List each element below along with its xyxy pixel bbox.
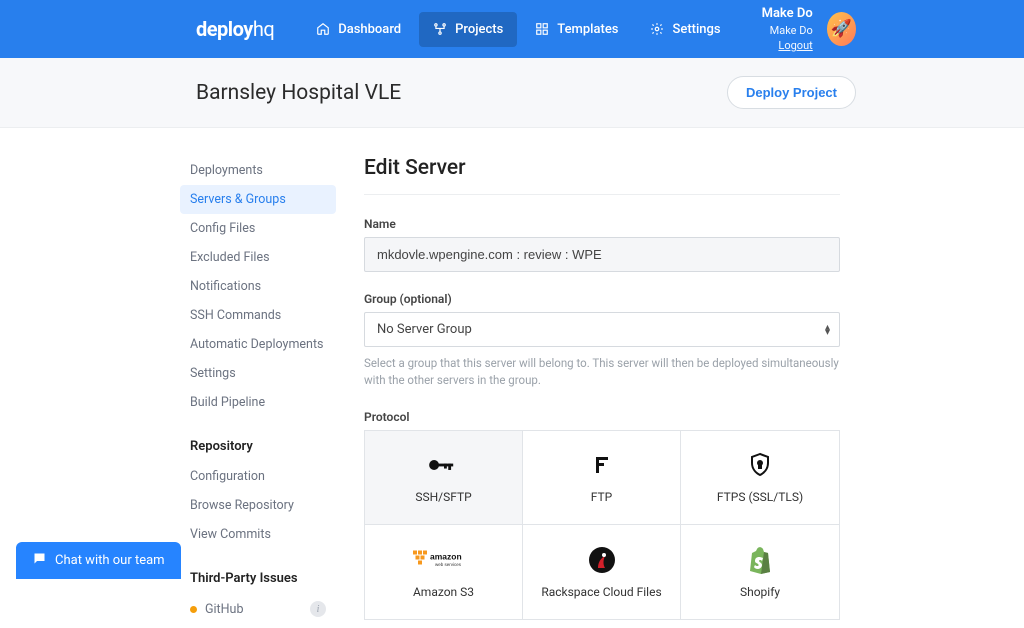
nav-dashboard[interactable]: Dashboard: [302, 12, 415, 47]
group-label: Group (optional): [364, 292, 840, 306]
templates-icon: [535, 22, 549, 36]
protocol-ftp-label: FTP: [591, 490, 612, 504]
projects-icon: [433, 22, 447, 36]
svg-text:web services: web services: [435, 562, 462, 567]
protocol-rackspace-label: Rackspace Cloud Files: [541, 585, 661, 599]
rocket-icon: 🚀: [831, 19, 852, 39]
page-title: Edit Server: [364, 156, 840, 195]
svg-text:amazon: amazon: [430, 551, 462, 561]
protocol-s3-label: Amazon S3: [413, 585, 474, 599]
deploy-project-button[interactable]: Deploy Project: [727, 76, 856, 109]
rackspace-icon: [588, 545, 616, 575]
sidebar-github-label: GitHub: [205, 602, 243, 617]
chat-widget[interactable]: Chat with our team: [16, 542, 181, 579]
nav-projects[interactable]: Projects: [419, 12, 517, 47]
sidebar-item-servers[interactable]: Servers & Groups: [180, 185, 336, 214]
protocol-grid: SSH/SFTP FTP FTPS (SSL/TLS) am: [364, 430, 840, 620]
protocol-ftps-label: FTPS (SSL/TLS): [717, 490, 803, 504]
chat-icon: [32, 551, 47, 570]
group-help-text: Select a group that this server will bel…: [364, 355, 840, 390]
nav-settings[interactable]: Settings: [636, 12, 734, 47]
sidebar: Deployments Servers & Groups Config File…: [180, 156, 336, 628]
nav-projects-label: Projects: [455, 22, 503, 37]
shopify-icon: [747, 545, 773, 575]
nav-templates-label: Templates: [557, 22, 618, 37]
sidebar-item-view-commits[interactable]: View Commits: [180, 520, 336, 549]
project-header: Barnsley Hospital VLE Deploy Project: [0, 58, 1024, 128]
protocol-shopify-label: Shopify: [740, 585, 780, 599]
logout-link[interactable]: Logout: [778, 39, 812, 52]
main-content: Edit Server Name Group (optional) No Ser…: [364, 156, 840, 628]
sidebar-item-build-pipeline[interactable]: Build Pipeline: [180, 388, 336, 417]
protocol-shopify[interactable]: Shopify: [681, 525, 839, 619]
nav-dashboard-label: Dashboard: [338, 22, 401, 37]
chat-label: Chat with our team: [55, 553, 165, 568]
info-icon[interactable]: i: [310, 601, 326, 617]
name-input[interactable]: [364, 237, 840, 272]
protocol-ftp[interactable]: FTP: [523, 431, 681, 525]
sidebar-item-config-files[interactable]: Config Files: [180, 214, 336, 243]
ftp-icon: [590, 450, 614, 480]
logo[interactable]: deployhq: [196, 17, 274, 41]
avatar[interactable]: 🚀: [827, 12, 856, 46]
protocol-s3[interactable]: amazonweb services Amazon S3: [365, 525, 523, 619]
sidebar-item-github[interactable]: GitHub i: [180, 594, 336, 624]
gear-icon: [650, 22, 664, 36]
user-account: Make Do: [770, 24, 813, 37]
group-select-value: No Server Group: [364, 312, 840, 347]
select-caret-icon: ▴▾: [825, 325, 830, 335]
sidebar-item-configuration[interactable]: Configuration: [180, 462, 336, 491]
protocol-ssh[interactable]: SSH/SFTP: [365, 431, 523, 525]
name-label: Name: [364, 217, 840, 231]
logo-text: deploy: [196, 17, 253, 41]
sidebar-item-settings[interactable]: Settings: [180, 359, 336, 388]
sidebar-item-notifications[interactable]: Notifications: [180, 272, 336, 301]
nav-settings-label: Settings: [672, 22, 720, 37]
nav-templates[interactable]: Templates: [521, 12, 632, 47]
shield-lock-icon: [748, 450, 772, 480]
home-icon: [316, 22, 330, 36]
protocol-label: Protocol: [364, 410, 840, 424]
protocol-ftps[interactable]: FTPS (SSL/TLS): [681, 431, 839, 525]
sidebar-item-ssh-commands[interactable]: SSH Commands: [180, 301, 336, 330]
project-title: Barnsley Hospital VLE: [196, 81, 401, 105]
sidebar-item-browse-repo[interactable]: Browse Repository: [180, 491, 336, 520]
logo-suffix: hq: [253, 17, 274, 41]
user-area: Make Do Make Do Logout 🚀: [739, 5, 856, 54]
top-navigation: deployhq Dashboard Projects Templates Se: [0, 0, 1024, 58]
sidebar-item-auto-deploy[interactable]: Automatic Deployments: [180, 330, 336, 359]
sidebar-item-deployments[interactable]: Deployments: [180, 156, 336, 185]
sidebar-item-excluded-files[interactable]: Excluded Files: [180, 243, 336, 272]
status-dot-icon: [190, 606, 197, 613]
sidebar-heading-repository: Repository: [190, 439, 336, 454]
aws-icon: amazonweb services: [409, 545, 479, 575]
user-org: Make Do: [739, 5, 813, 23]
group-select[interactable]: No Server Group ▴▾: [364, 312, 840, 347]
protocol-rackspace[interactable]: Rackspace Cloud Files: [523, 525, 681, 619]
protocol-ssh-label: SSH/SFTP: [415, 490, 471, 504]
key-icon: [427, 450, 461, 480]
